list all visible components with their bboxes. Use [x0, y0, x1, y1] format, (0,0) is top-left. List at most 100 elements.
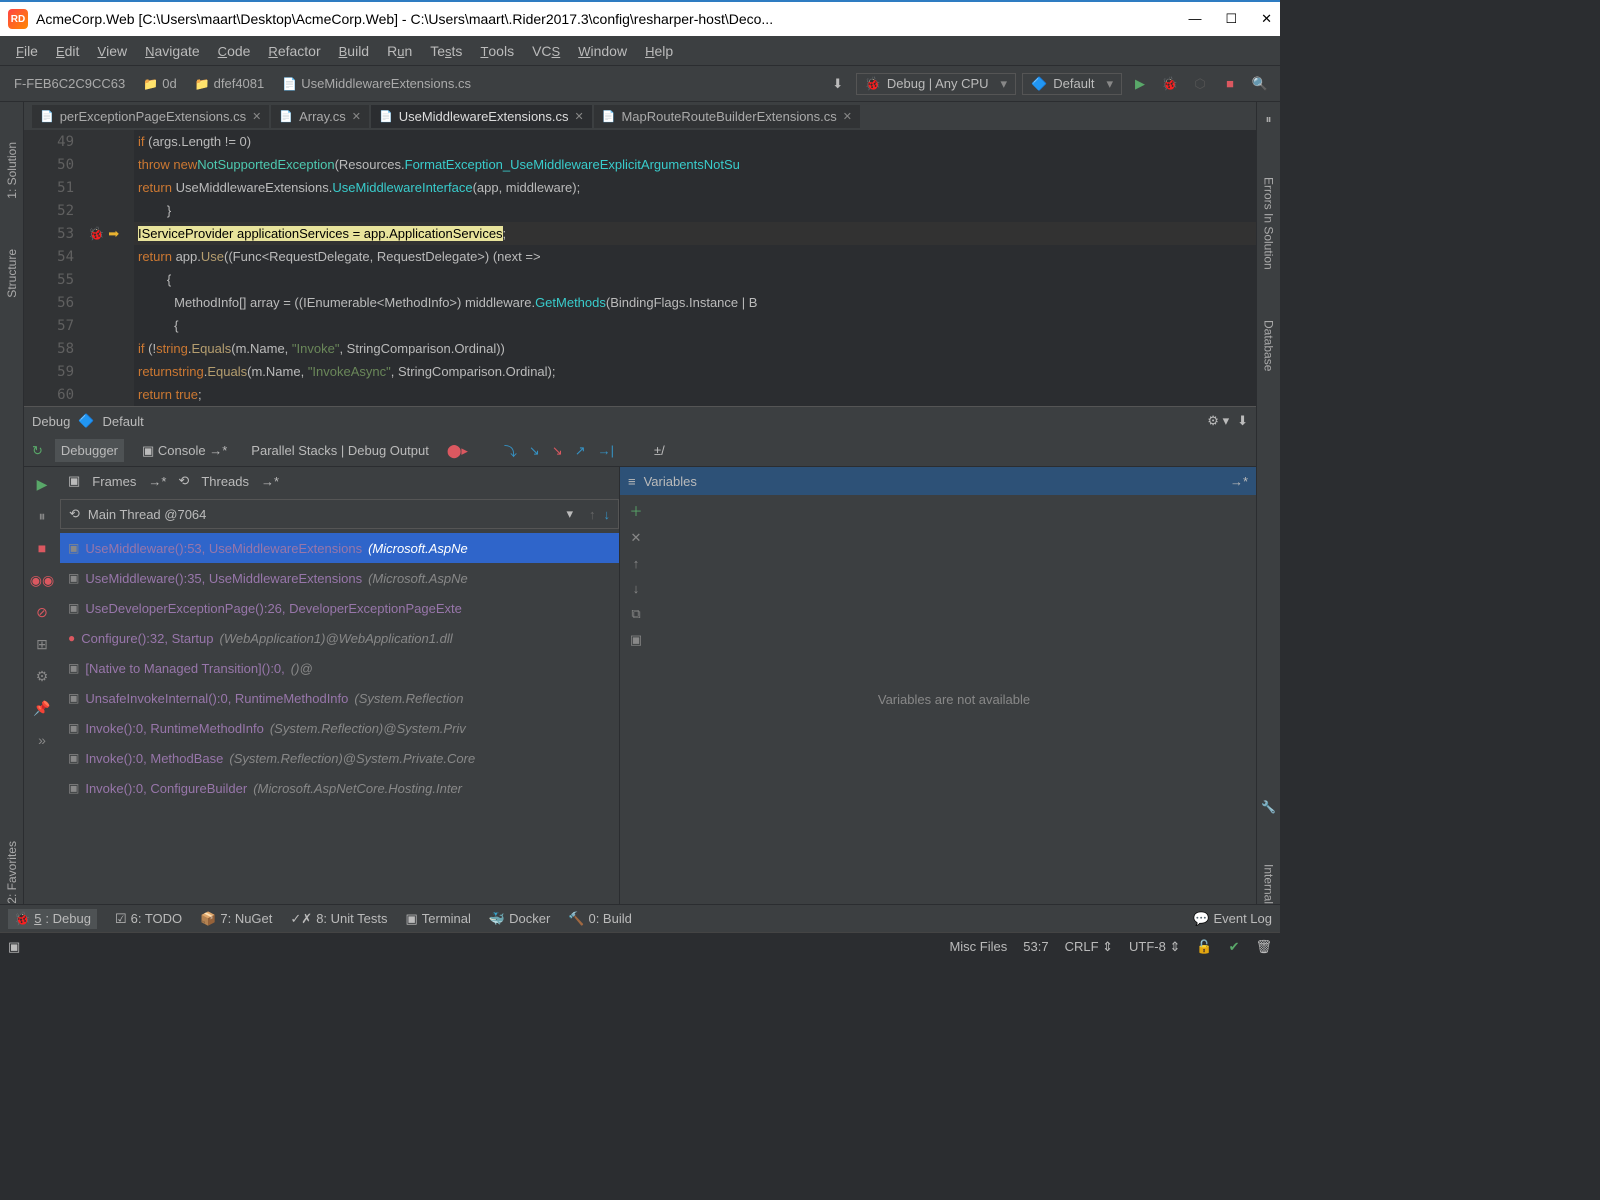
- close-icon[interactable]: ✕: [575, 110, 584, 123]
- status-position[interactable]: 53:7: [1023, 939, 1048, 954]
- status-encoding[interactable]: UTF-8 ⇕: [1129, 939, 1180, 955]
- more-icon[interactable]: »: [31, 729, 53, 751]
- debug-button[interactable]: 🐞: [1158, 72, 1182, 96]
- breadcrumb-file[interactable]: UseMiddlewareExtensions.cs: [276, 74, 477, 93]
- tool-nuget[interactable]: 📦 7: NuGet: [200, 911, 272, 927]
- view-breakpoints-icon[interactable]: ◉◉: [31, 569, 53, 591]
- step-over-icon[interactable]: ⤵: [504, 441, 517, 460]
- gear-icon[interactable]: ⚙ ▾: [1207, 413, 1229, 429]
- evaluate-icon[interactable]: ±/: [654, 443, 665, 458]
- lock-icon[interactable]: 🔓: [1196, 939, 1212, 955]
- layout-icon[interactable]: ⊞: [31, 633, 53, 655]
- menu-help[interactable]: Help: [637, 39, 681, 63]
- menu-window[interactable]: Window: [570, 39, 635, 63]
- frame-row[interactable]: ▣ Invoke():0, RuntimeMethodInfo (System.…: [60, 713, 619, 743]
- step-out-icon[interactable]: ↗: [575, 443, 586, 459]
- tool-internal[interactable]: Internal: [1262, 864, 1276, 904]
- tab-parallel-stacks[interactable]: Parallel Stacks | Debug Output: [245, 439, 435, 462]
- menu-edit[interactable]: Edit: [48, 39, 87, 63]
- stop-button[interactable]: ■: [31, 537, 53, 559]
- wrench-icon[interactable]: 🔧: [1261, 800, 1276, 814]
- search-icon[interactable]: 🔍: [1248, 72, 1272, 96]
- menu-file[interactable]: File: [8, 39, 46, 63]
- run-config-selector[interactable]: 🔷 Default: [1022, 73, 1122, 95]
- remove-watch-icon[interactable]: ✕: [631, 530, 642, 546]
- tool-favorites[interactable]: 2: Favorites: [5, 841, 19, 904]
- tool-docker[interactable]: 🐳 Docker: [489, 911, 550, 927]
- editor-tab[interactable]: Array.cs✕: [271, 105, 369, 128]
- menu-run[interactable]: Run: [379, 39, 420, 63]
- show-watches-icon[interactable]: ▣: [630, 632, 642, 648]
- resume-icon[interactable]: ⬤▸: [447, 443, 468, 459]
- maximize-button[interactable]: ☐: [1225, 11, 1237, 27]
- refresh-icon[interactable]: ↻: [32, 443, 43, 459]
- breadcrumb-folder[interactable]: dfef4081: [189, 74, 271, 93]
- menu-tools[interactable]: Tools: [472, 39, 522, 63]
- menu-view[interactable]: View: [89, 39, 135, 63]
- resume-button[interactable]: ▶: [31, 473, 53, 495]
- pin-icon[interactable]: 📌: [31, 697, 53, 719]
- status-icon[interactable]: ▣: [8, 939, 20, 955]
- build-config-selector[interactable]: 🐞 Debug | Any CPU: [856, 73, 1016, 95]
- tool-structure[interactable]: Structure: [5, 249, 19, 298]
- editor-tab[interactable]: perExceptionPageExtensions.cs✕: [32, 105, 269, 128]
- tab-console[interactable]: ▣ Console →*: [136, 439, 233, 463]
- attach-icon[interactable]: ⬡: [1188, 72, 1212, 96]
- breadcrumb-part[interactable]: F-FEB6C2C9CC63: [8, 74, 131, 93]
- menu-refactor[interactable]: Refactor: [260, 39, 328, 63]
- restore-icon[interactable]: →*: [1230, 474, 1248, 489]
- next-frame-icon[interactable]: ↓: [604, 507, 611, 522]
- menu-navigate[interactable]: Navigate: [137, 39, 208, 63]
- add-watch-icon[interactable]: ＋: [629, 501, 642, 520]
- menu-code[interactable]: Code: [210, 39, 259, 63]
- frame-row[interactable]: ▣ Invoke():0, MethodBase (System.Reflect…: [60, 743, 619, 773]
- prev-frame-icon[interactable]: ↑: [589, 507, 596, 522]
- menu-vcs[interactable]: VCS: [524, 39, 568, 63]
- tool-terminal[interactable]: ▣ Terminal: [405, 911, 470, 927]
- breadcrumb-folder[interactable]: 0d: [137, 74, 182, 93]
- tool-database[interactable]: Database: [1262, 320, 1276, 371]
- tool-event-log[interactable]: 💬 Event Log: [1193, 911, 1272, 927]
- editor-tab[interactable]: MapRouteRouteBuilderExtensions.cs✕: [594, 105, 860, 128]
- tool-solution[interactable]: 1: Solution: [5, 142, 19, 199]
- close-icon[interactable]: ✕: [252, 110, 261, 123]
- frame-row[interactable]: ▣ [Native to Managed Transition]():0, ()…: [60, 653, 619, 683]
- move-down-icon[interactable]: ↓: [633, 581, 640, 596]
- frame-row[interactable]: ● Configure():32, Startup (WebApplicatio…: [60, 623, 619, 653]
- close-icon[interactable]: ✕: [843, 110, 852, 123]
- stop-button[interactable]: ■: [1218, 72, 1242, 96]
- download-icon[interactable]: ⬇: [826, 72, 850, 96]
- force-step-into-icon[interactable]: ↘: [552, 443, 563, 459]
- download-icon[interactable]: ⬇: [1237, 413, 1248, 429]
- status-line-ending[interactable]: CRLF ⇕: [1065, 939, 1113, 955]
- close-button[interactable]: ✕: [1261, 11, 1272, 27]
- settings-icon[interactable]: ⚙: [31, 665, 53, 687]
- tool-errors[interactable]: Errors In Solution: [1262, 177, 1276, 270]
- editor[interactable]: 49 50 51 52 53 54 55 56 57 58 59 60 🐞➡: [24, 130, 1256, 406]
- tool-debug[interactable]: 🐞 5: Debug: [8, 909, 97, 929]
- pause-button[interactable]: ⏸: [31, 505, 53, 527]
- tab-debugger[interactable]: Debugger: [55, 439, 124, 462]
- frame-row[interactable]: ▣ UseMiddleware():53, UseMiddlewareExten…: [60, 533, 619, 563]
- close-icon[interactable]: ✕: [352, 110, 361, 123]
- step-into-icon[interactable]: ↘: [529, 443, 540, 459]
- menu-tests[interactable]: Tests: [422, 39, 470, 63]
- editor-tab[interactable]: UseMiddlewareExtensions.cs✕: [371, 105, 592, 128]
- mute-breakpoints-icon[interactable]: ⊘: [31, 601, 53, 623]
- run-to-cursor-icon[interactable]: →|: [598, 443, 614, 458]
- trash-icon[interactable]: 🗑: [1255, 939, 1272, 955]
- tool-unit-tests[interactable]: ✓✗ 8: Unit Tests: [290, 911, 387, 927]
- code-area[interactable]: if (args.Length != 0) throw new NotSuppo…: [134, 130, 1256, 406]
- thread-selector[interactable]: ⟲ Main Thread @7064 ▾ ↑ ↓: [60, 499, 619, 529]
- frame-row[interactable]: ▣ UseMiddleware():35, UseMiddlewareExten…: [60, 563, 619, 593]
- pause-icon[interactable]: ⏸: [1265, 112, 1271, 127]
- tool-build[interactable]: 🔨 0: Build: [568, 911, 632, 927]
- status-misc[interactable]: Misc Files: [949, 939, 1007, 954]
- frame-row[interactable]: ▣ UnsafeInvokeInternal():0, RuntimeMetho…: [60, 683, 619, 713]
- tool-todo[interactable]: ☑ 6: TODO: [115, 911, 182, 927]
- minimize-button[interactable]: —: [1188, 11, 1201, 27]
- frame-row[interactable]: ▣ Invoke():0, ConfigureBuilder (Microsof…: [60, 773, 619, 803]
- run-button[interactable]: ▶: [1128, 72, 1152, 96]
- move-up-icon[interactable]: ↑: [633, 556, 640, 571]
- frame-row[interactable]: ▣ UseDeveloperExceptionPage():26, Develo…: [60, 593, 619, 623]
